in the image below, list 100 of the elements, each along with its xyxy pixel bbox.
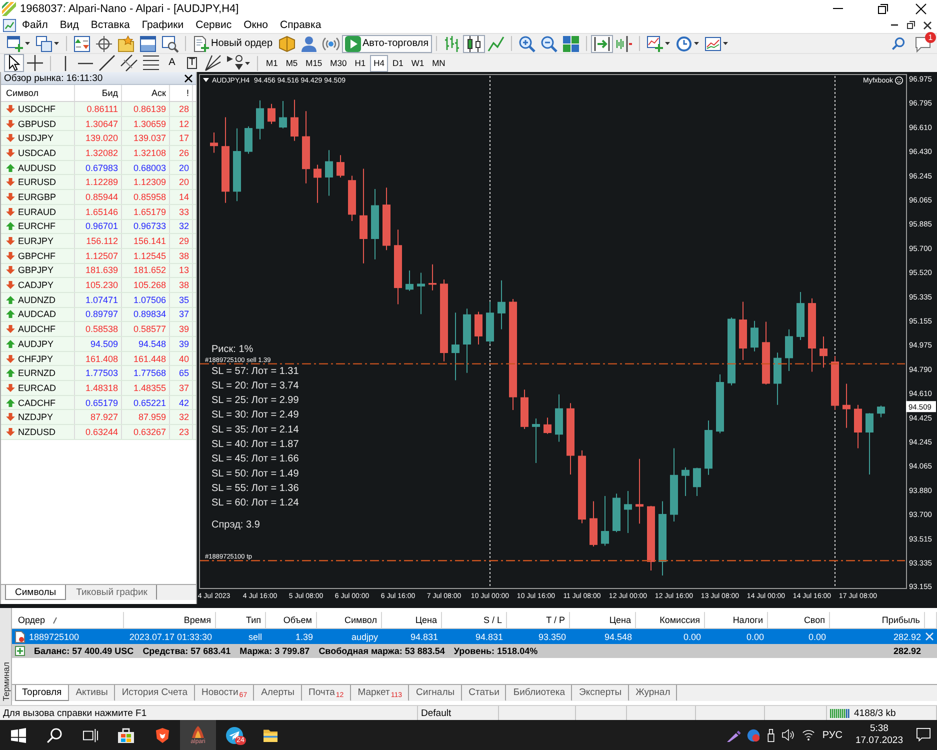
candlestick-button[interactable] — [462, 34, 485, 52]
fan-button[interactable] — [202, 54, 224, 72]
timeframe-button[interactable]: M1 — [262, 54, 282, 72]
quote-row[interactable]: GBPJPY 181.639 181.652 13 — [1, 264, 196, 278]
quote-row[interactable]: USDCAD 1.32082 1.32108 26 — [1, 146, 196, 161]
column-header[interactable]: Бид — [102, 88, 118, 98]
tester-button[interactable] — [159, 34, 181, 52]
quote-row[interactable]: EURAUD 1.65146 1.65179 33 — [1, 204, 196, 220]
round-logo-icon[interactable] — [747, 728, 760, 742]
terminal-tab[interactable]: Журнал — [628, 685, 678, 701]
profiles-button[interactable] — [33, 34, 62, 52]
menu-item[interactable]: Окно — [238, 17, 274, 33]
data-window-button[interactable] — [93, 34, 115, 52]
menu-item[interactable]: Вставка — [84, 17, 136, 33]
column-header[interactable]: Тип — [246, 615, 261, 625]
timeframe-button[interactable]: M5 — [282, 54, 302, 72]
quote-row[interactable]: AUDJPY 94.509 94.548 39 — [1, 337, 196, 352]
market-watch-button[interactable] — [71, 34, 93, 52]
timeframe-button[interactable]: H1 — [350, 54, 370, 72]
terminal-tab[interactable]: Библиотека — [506, 685, 572, 701]
timeframe-button[interactable]: M15 — [302, 54, 326, 72]
quote-row[interactable]: AUDCAD 0.89797 0.89834 37 — [1, 308, 196, 322]
close-icon[interactable] — [185, 74, 192, 82]
column-header[interactable]: Ордер — [18, 615, 58, 625]
language-indicator[interactable]: РУС — [822, 730, 842, 740]
menu-item[interactable]: Графики — [136, 17, 190, 33]
pen-icon[interactable] — [727, 728, 740, 742]
terminal-tab[interactable]: Эксперты — [572, 685, 629, 701]
quote-row[interactable]: EURJPY 156.112 156.141 29 — [1, 234, 196, 249]
order-level-line[interactable] — [200, 560, 905, 562]
quote-row[interactable]: CADJPY 105.230 105.268 38 — [1, 278, 196, 293]
panel-tab[interactable]: Тиковый график — [66, 585, 158, 600]
terminal-tab[interactable]: Торговля — [15, 685, 69, 701]
quote-row[interactable]: GBPCHF 1.12507 1.12545 38 — [1, 248, 196, 264]
usb-drive-icon[interactable] — [767, 728, 776, 742]
column-header[interactable]: Время — [184, 615, 211, 625]
panel-tab[interactable]: Символы — [5, 585, 66, 600]
signals-button[interactable] — [320, 34, 342, 52]
cursor-button[interactable] — [4, 54, 24, 72]
column-header[interactable]: Символ — [6, 88, 38, 98]
quote-row[interactable]: NZDJPY 87.927 87.959 32 — [1, 410, 196, 426]
speaker-icon[interactable] — [782, 729, 796, 741]
timeframe-button[interactable]: H4 — [370, 54, 388, 72]
menu-item[interactable]: Сервис — [190, 17, 238, 33]
timeframe-button[interactable]: M30 — [326, 54, 351, 72]
column-header[interactable]: Цена — [609, 615, 631, 625]
quote-row[interactable]: GBPUSD 1.30647 1.30659 12 — [1, 116, 196, 132]
terminal-tab[interactable]: Алерты — [254, 685, 302, 701]
menu-item[interactable]: Вид — [54, 17, 85, 33]
quote-row[interactable]: NZDUSD 0.63244 0.63267 23 — [1, 425, 196, 440]
restore-icon[interactable] — [907, 21, 915, 29]
column-header[interactable]: S / L — [483, 615, 502, 625]
wifi-icon[interactable] — [802, 729, 816, 741]
autotrading-button[interactable]: Авто-торговля — [342, 34, 432, 52]
text-label-button[interactable]: T — [182, 54, 202, 72]
quote-row[interactable]: EURNZD 1.77503 1.77568 65 — [1, 366, 196, 382]
column-header[interactable]: Налоги — [732, 615, 763, 625]
column-header[interactable]: Аск — [152, 88, 166, 98]
quote-row[interactable]: AUDNZD 1.07471 1.07506 35 — [1, 292, 196, 308]
quote-row[interactable]: EURCHF 0.96701 0.96733 32 — [1, 220, 196, 234]
text-tool-button[interactable]: A — [162, 54, 182, 72]
autoscroll-button[interactable] — [590, 34, 613, 52]
close-icon[interactable] — [924, 22, 931, 28]
column-header[interactable]: Комиссия — [660, 615, 700, 625]
restore-icon[interactable] — [878, 4, 888, 14]
quote-row[interactable]: USDJPY 139.020 139.037 17 — [1, 131, 196, 146]
fibonacci-button[interactable] — [140, 54, 162, 72]
column-header[interactable]: Цена — [415, 615, 437, 625]
quote-row[interactable]: USDCHF 0.86111 0.86139 28 — [1, 102, 196, 117]
timeframe-button[interactable]: D1 — [388, 54, 408, 72]
timeframe-button[interactable]: MN — [428, 54, 450, 72]
new-chart-button[interactable] — [4, 34, 33, 52]
caret-icon[interactable] — [203, 78, 209, 82]
column-header[interactable]: T / P — [546, 615, 565, 625]
new-order-button[interactable]: Новый ордер — [190, 34, 276, 52]
quote-row[interactable]: CADCHF 0.65179 0.65221 42 — [1, 396, 196, 410]
order-level-line[interactable] — [200, 363, 905, 364]
column-header[interactable]: Своп — [804, 615, 825, 625]
order-row[interactable]: 1889725100 2023.07.17 01:33:30 sell 1.39 audjpy 94.831 94.831 93.350 94.548 0.00 0.00 0.00 282.92 — [12, 629, 937, 644]
column-header[interactable]: Прибыль — [882, 615, 920, 625]
quote-row[interactable]: EURGBP 0.85944 0.85958 14 — [1, 190, 196, 205]
terminal-tab[interactable]: Активы — [68, 685, 115, 701]
terminal-tab[interactable]: История Счета — [114, 685, 195, 701]
column-header[interactable]: Символ — [344, 615, 377, 625]
close-icon[interactable] — [916, 4, 926, 14]
quote-row[interactable]: EURCAD 1.48318 1.48355 37 — [1, 381, 196, 396]
crosshair-button[interactable] — [24, 54, 46, 72]
menu-item[interactable]: Справка — [274, 17, 328, 33]
quote-row[interactable]: EURUSD 1.12289 1.12309 20 — [1, 175, 196, 190]
quote-row[interactable]: AUDCHF 0.58538 0.58577 39 — [1, 322, 196, 337]
terminal-button[interactable] — [137, 34, 159, 52]
terminal-tab[interactable]: Статьи — [462, 685, 506, 701]
terminal-tab[interactable]: Сигналы — [409, 685, 462, 701]
column-header[interactable]: Объем — [283, 615, 312, 625]
minimize-icon[interactable] — [832, 8, 842, 9]
timeframe-button[interactable]: W1 — [407, 54, 428, 72]
search-icon[interactable] — [892, 37, 905, 50]
quote-row[interactable]: AUDUSD 0.67983 0.68003 20 — [1, 160, 196, 176]
quote-row[interactable]: CHFJPY 161.408 161.448 40 — [1, 352, 196, 366]
shapes-button[interactable] — [224, 54, 253, 72]
